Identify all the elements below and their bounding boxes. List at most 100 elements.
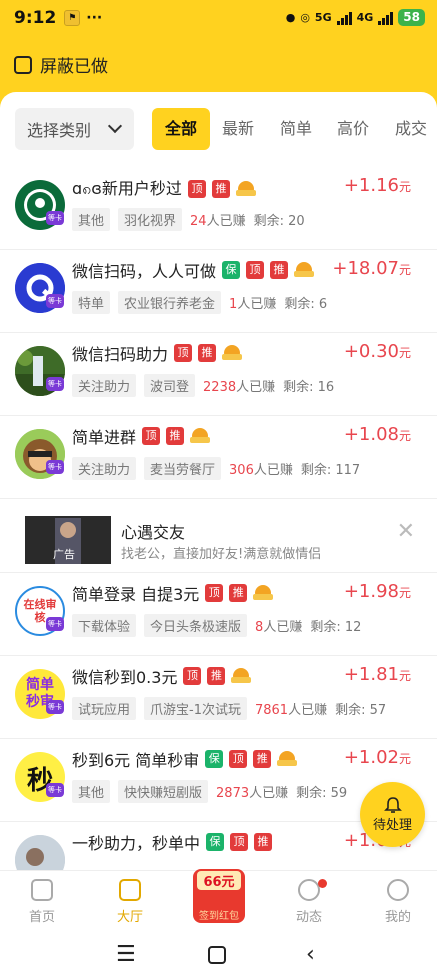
task-type-chip: 关注助力 — [72, 457, 137, 480]
top-tag: 顶 — [142, 427, 161, 445]
task-meta: 其他 羽化视界 24人已赚 剩余: 20 — [72, 208, 305, 231]
earned-count: 2238人已赚 — [203, 380, 276, 395]
task-app-chip: 快快赚短剧版 — [118, 780, 209, 803]
category-select[interactable]: 选择类别 — [15, 108, 134, 150]
bell-icon — [383, 797, 402, 813]
member-badge: 等卡 — [46, 783, 64, 797]
red-packet-button[interactable]: 66元 签到红包 — [193, 869, 245, 923]
ad-image: 广告 — [25, 516, 111, 564]
task-panel: 选择类别 全部 最新 简单 高价 成交 等卡 ɑ၈ɞ新用户秒过 顶 推 +1.1… — [0, 92, 437, 878]
task-row[interactable]: 等卡 微信扫码助力 顶 推 +0.30元 关注助力 波司登 2238人已赚 剩余… — [0, 333, 437, 416]
task-type-chip: 关注助力 — [72, 374, 137, 397]
member-badge: 等卡 — [46, 700, 64, 714]
task-title-line: 秒到6元 简单秒审 保 顶 推 — [72, 747, 298, 771]
task-row[interactable]: 简单秒审 等卡 微信秒到0.3元 顶 推 +1.81元 试玩应用 爪游宝-1次试… — [0, 656, 437, 739]
task-title: 微信扫码，人人可做 — [72, 262, 217, 281]
hide-done-label: 屏蔽已做 — [40, 57, 108, 77]
top-tag: 顶 — [246, 261, 265, 279]
task-title: 微信扫码助力 — [72, 345, 169, 364]
planet-icon — [298, 879, 320, 901]
task-title: 简单登录 自提3元 — [72, 585, 200, 604]
task-reward: +1.02元 — [343, 747, 411, 768]
back-icon[interactable]: ‹ — [306, 942, 315, 967]
task-type-chip: 试玩应用 — [72, 697, 137, 720]
task-app-chip: 爪游宝-1次试玩 — [144, 697, 247, 720]
signal-4g-icon — [378, 11, 394, 25]
filter-row: 选择类别 全部 最新 简单 高价 成交 — [0, 108, 437, 152]
task-app-chip: 麦当劳餐厅 — [144, 457, 222, 480]
hat-icon — [294, 262, 315, 278]
task-row[interactable]: 等卡 ɑ၈ɞ新用户秒过 顶 推 +1.16元 其他 羽化视界 24人已赚 剩余:… — [0, 167, 437, 250]
recommend-tag: 推 — [207, 667, 226, 685]
remaining-count: 剩余: 57 — [335, 703, 387, 718]
recommend-tag: 推 — [253, 750, 272, 768]
guarantee-tag: 保 — [222, 261, 241, 279]
task-reward: +0.30元 — [343, 341, 411, 362]
pending-button[interactable]: 待处理 — [360, 782, 425, 847]
task-meta: 其他 快快赚短剧版 2873人已赚 剩余: 59 — [72, 780, 347, 803]
pending-label: 待处理 — [372, 818, 412, 833]
top-tag: 顶 — [229, 750, 248, 768]
earned-count: 8人已赚 — [255, 620, 303, 635]
task-row[interactable]: 等卡 微信扫码，人人可做 保 顶 推 +18.07元 特单 农业银行养老金 1人… — [0, 250, 437, 333]
chevron-down-icon — [107, 118, 123, 134]
ad-title: 心遇交友 — [121, 523, 186, 542]
task-title-line: 微信扫码助力 顶 推 — [72, 341, 243, 365]
top-tag: 顶 — [230, 833, 249, 851]
guarantee-tag: 保 — [206, 833, 225, 851]
hide-done-toggle[interactable]: 屏蔽已做 — [14, 52, 108, 77]
nav-home[interactable]: 首页 — [12, 879, 72, 925]
task-row[interactable]: 在线审核 等卡 简单登录 自提3元 顶 推 +1.98元 下载体验 今日头条极速… — [0, 573, 437, 656]
user-icon — [387, 879, 409, 901]
more-notifications-icon: ··· — [86, 10, 103, 26]
tab-latest[interactable]: 最新 — [222, 108, 254, 150]
menu-icon[interactable]: ☰ — [116, 942, 136, 967]
task-title-line: 简单登录 自提3元 顶 推 — [72, 581, 274, 605]
nav-hall[interactable]: 大厅 — [100, 879, 160, 925]
task-title-line: ɑ၈ɞ新用户秒过 顶 推 — [72, 175, 256, 202]
nav-dynamics[interactable]: 动态 — [279, 879, 339, 925]
task-title-line: 微信秒到0.3元 顶 推 — [72, 664, 252, 688]
home-button-icon[interactable] — [208, 946, 226, 964]
network-4g-label: 4G — [356, 11, 374, 24]
recommend-tag: 推 — [166, 427, 185, 445]
earned-count: 2873人已赚 — [216, 786, 289, 801]
tab-deals[interactable]: 成交 — [395, 108, 427, 150]
task-app-chip: 羽化视界 — [118, 208, 183, 231]
task-meta: 关注助力 波司登 2238人已赚 剩余: 16 — [72, 374, 334, 397]
task-reward: +1.16元 — [343, 175, 411, 196]
task-app-chip: 今日头条极速版 — [144, 614, 248, 637]
status-time: 9:12 — [14, 8, 57, 28]
task-title: ɑ၈ɞ新用户秒过 — [72, 179, 182, 198]
chart-icon — [119, 879, 141, 901]
nav-mine[interactable]: 我的 — [368, 879, 428, 925]
notification-app-icon: ⚑ — [64, 10, 81, 26]
task-meta: 关注助力 麦当劳餐厅 306人已赚 剩余: 117 — [72, 457, 360, 480]
remaining-count: 剩余: 12 — [310, 620, 362, 635]
hat-icon — [190, 428, 211, 444]
task-reward: +1.08元 — [343, 424, 411, 445]
tab-all[interactable]: 全部 — [152, 108, 211, 150]
task-title: 一秒助力，秒单中 — [72, 834, 201, 853]
task-title: 微信秒到0.3元 — [72, 668, 178, 687]
remaining-count: 剩余: 59 — [296, 786, 348, 801]
task-title: 简单进群 — [72, 428, 137, 447]
remaining-count: 剩余: 16 — [283, 380, 335, 395]
task-type-chip: 其他 — [72, 780, 111, 803]
task-reward: +18.07元 — [332, 258, 411, 279]
task-reward: +1.98元 — [343, 581, 411, 602]
hide-done-checkbox[interactable] — [14, 55, 32, 74]
earned-count: 24人已赚 — [190, 214, 246, 229]
recommend-tag: 推 — [211, 179, 230, 198]
remaining-count: 剩余: 117 — [300, 463, 361, 478]
tab-simple[interactable]: 简单 — [280, 108, 312, 150]
recommend-tag: 推 — [270, 261, 289, 279]
member-badge: 等卡 — [46, 377, 64, 391]
task-type-chip: 其他 — [72, 208, 111, 231]
close-icon[interactable]: ✕ — [397, 519, 415, 544]
task-row[interactable]: 等卡 简单进群 顶 推 +1.08元 关注助力 麦当劳餐厅 306人已赚 剩余:… — [0, 416, 437, 499]
ad-tag: 广告 — [53, 548, 75, 561]
ad-banner[interactable]: 广告 心遇交友 找老公，直接加好友!满意就做情侣 ✕ — [0, 501, 437, 573]
tab-high-price[interactable]: 高价 — [337, 108, 369, 150]
member-badge: 等卡 — [46, 617, 64, 631]
